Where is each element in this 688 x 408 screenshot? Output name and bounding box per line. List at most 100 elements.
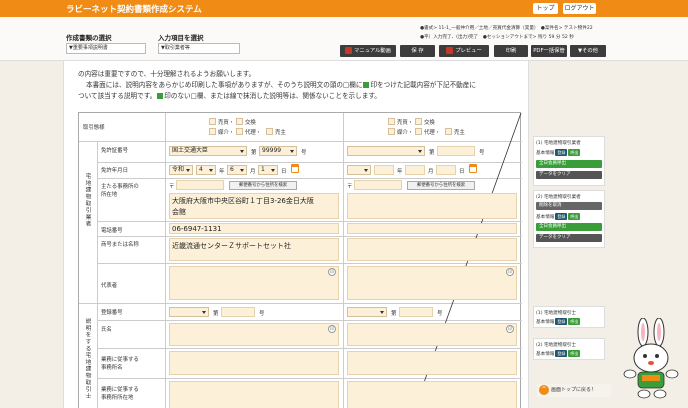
checkbox-baikai[interactable]: [209, 128, 216, 135]
other-menu-button[interactable]: ▼その他: [570, 45, 606, 57]
license-go-label-2: 号: [479, 150, 485, 156]
top-button[interactable]: トップ: [533, 3, 558, 14]
preview-button[interactable]: プレビュー: [439, 45, 489, 57]
preview-label: プレビュー: [455, 48, 482, 54]
address-search-button[interactable]: 郵便番号から住所を検索: [229, 181, 297, 190]
checkbox-koukan-2[interactable]: [415, 118, 422, 125]
save-button[interactable]: 保 存: [400, 45, 435, 57]
doc-type-label: 作成書類の選択: [66, 34, 112, 42]
manual-video-button[interactable]: マニュアル動画: [340, 45, 396, 57]
checkbox-dairi[interactable]: [236, 128, 243, 135]
intro-line-3-text: ついて該当する説明です。: [78, 92, 157, 100]
basic-info-label: 基本情報: [536, 151, 555, 156]
call-button[interactable]: 呼出: [568, 149, 581, 156]
office-work-input-2[interactable]: [347, 351, 517, 375]
register-button[interactable]: 登録: [555, 213, 568, 220]
year-input-2[interactable]: [374, 165, 394, 175]
opt-urinushi-label-2: 売主: [454, 130, 465, 136]
back-to-top-button[interactable]: ^ 画面トップに戻る！: [537, 384, 611, 397]
phone-input-2[interactable]: [347, 223, 517, 234]
reg-number-input-2[interactable]: [399, 307, 433, 317]
month-input[interactable]: 6: [227, 165, 247, 175]
company-name-label: 商号または名称: [101, 242, 139, 248]
license-issuer-select[interactable]: 国土交通大臣: [169, 146, 247, 156]
office-label-1: 主たる事務所の: [101, 184, 139, 190]
logout-button[interactable]: ログアウト: [563, 3, 596, 14]
reg-dai-label-2: 第: [391, 311, 397, 317]
checkbox-urinushi-2[interactable]: [445, 128, 452, 135]
side-panel-title: (2) 宅地建物取引業者: [536, 195, 581, 200]
input-item-select[interactable]: ▼取引業者等: [158, 43, 240, 54]
year-input[interactable]: 4: [196, 165, 216, 175]
day-unit: 日: [281, 169, 287, 175]
company-name-input-2[interactable]: [347, 238, 517, 261]
clear-data-button[interactable]: データをクリア: [536, 171, 602, 179]
month-input-2[interactable]: [405, 165, 425, 175]
check-mark-icon: [157, 93, 164, 99]
all-member-call-button[interactable]: 全日会員呼出: [536, 160, 602, 168]
reg-go-label-2: 号: [437, 311, 443, 317]
checkbox-urinushi[interactable]: [266, 128, 273, 135]
license-date-label: 免許年月日: [101, 168, 128, 174]
checkbox-baibai-2[interactable]: [388, 118, 395, 125]
opt-dairi-label: 代理・: [245, 130, 262, 136]
address-input[interactable]: 大阪府大阪市中央区谷町１丁目3-26金日大阪 会館: [169, 193, 339, 219]
checkbox-baikai-2[interactable]: [388, 128, 395, 135]
doc-type-select[interactable]: ▼重要事項説明書: [66, 43, 146, 54]
license-number-input[interactable]: 99999: [259, 146, 297, 156]
all-member-call-button[interactable]: 全日会員呼出: [536, 223, 602, 231]
agent-name-input[interactable]: [169, 323, 339, 346]
call-button[interactable]: 呼出: [568, 350, 581, 357]
address-line-1: 大阪府大阪市中央区谷町１丁目3-26金日大阪: [172, 197, 314, 205]
postal-code-input[interactable]: [176, 180, 224, 190]
rabbit-mascot-icon: [623, 318, 679, 399]
agent-name-label: 氏名: [101, 327, 112, 333]
office-addr-input[interactable]: [169, 381, 339, 408]
clear-data-button[interactable]: データをクリア: [536, 234, 602, 242]
side-panel-actions: 基本情報 登録 呼出: [536, 318, 581, 325]
company-name-input[interactable]: 近畿流通センターＺサポートセット社: [169, 238, 339, 261]
basic-info-label: 基本情報: [536, 352, 555, 357]
section-agent-label: 説明をする宅地建物取引士: [84, 318, 90, 400]
phone-input[interactable]: 06-6947-1131: [169, 223, 339, 234]
register-button[interactable]: 登録: [555, 318, 568, 325]
agent-name-input-2[interactable]: [347, 323, 517, 346]
checkbox-koukan[interactable]: [236, 118, 243, 125]
calendar-icon[interactable]: [291, 164, 299, 173]
office-work-input[interactable]: [169, 351, 339, 375]
checkbox-baibai[interactable]: [209, 118, 216, 125]
address-search-button-2[interactable]: 郵便番号から住所を検索: [407, 181, 475, 190]
representative-input-2[interactable]: [347, 266, 517, 300]
register-button[interactable]: 登録: [555, 149, 568, 156]
representative-input[interactable]: [169, 266, 339, 300]
day-input[interactable]: 1: [258, 165, 278, 175]
register-button[interactable]: 登録: [555, 350, 568, 357]
office-addr-input-2[interactable]: [347, 381, 517, 408]
day-input-2[interactable]: [436, 165, 456, 175]
license-issuer-select-2[interactable]: [347, 146, 425, 156]
print-button[interactable]: 印刷: [494, 45, 528, 57]
side-panel-agent-2: (2) 宅地建物取引士 基本情報 登録 呼出: [533, 338, 605, 360]
reg-number-input[interactable]: [221, 307, 255, 317]
manual-video-label: マニュアル動画: [354, 48, 391, 54]
representative-label: 代表者: [101, 283, 118, 289]
office-addr-label-1: 業務に従事する: [101, 387, 139, 393]
postal-code-input-2[interactable]: [354, 180, 402, 190]
era-select[interactable]: 令和: [169, 165, 193, 175]
address-input-2[interactable]: [347, 193, 517, 219]
side-panel-actions: 基本情報 登録 呼出: [536, 149, 581, 156]
license-number-input-2[interactable]: [437, 146, 475, 156]
company-name-value: 近畿流通センターＺサポートセット社: [172, 242, 291, 250]
calendar-icon-2[interactable]: [469, 164, 477, 173]
side-panel-actions: 基本情報 登録 呼出: [536, 350, 581, 357]
undo-delete-button[interactable]: 削除を取消: [536, 202, 602, 210]
call-button[interactable]: 呼出: [568, 318, 581, 325]
year-unit-2: 年: [397, 169, 403, 175]
reg-pref-select-2[interactable]: [347, 307, 387, 317]
era-select-2[interactable]: [347, 165, 371, 175]
pdf-save-button[interactable]: PDF一括保管: [531, 45, 567, 57]
side-panel-title: (1) 宅地建物取引業者: [536, 141, 581, 146]
checkbox-dairi-2[interactable]: [415, 128, 422, 135]
reg-pref-select[interactable]: [169, 307, 209, 317]
call-button[interactable]: 呼出: [568, 213, 581, 220]
